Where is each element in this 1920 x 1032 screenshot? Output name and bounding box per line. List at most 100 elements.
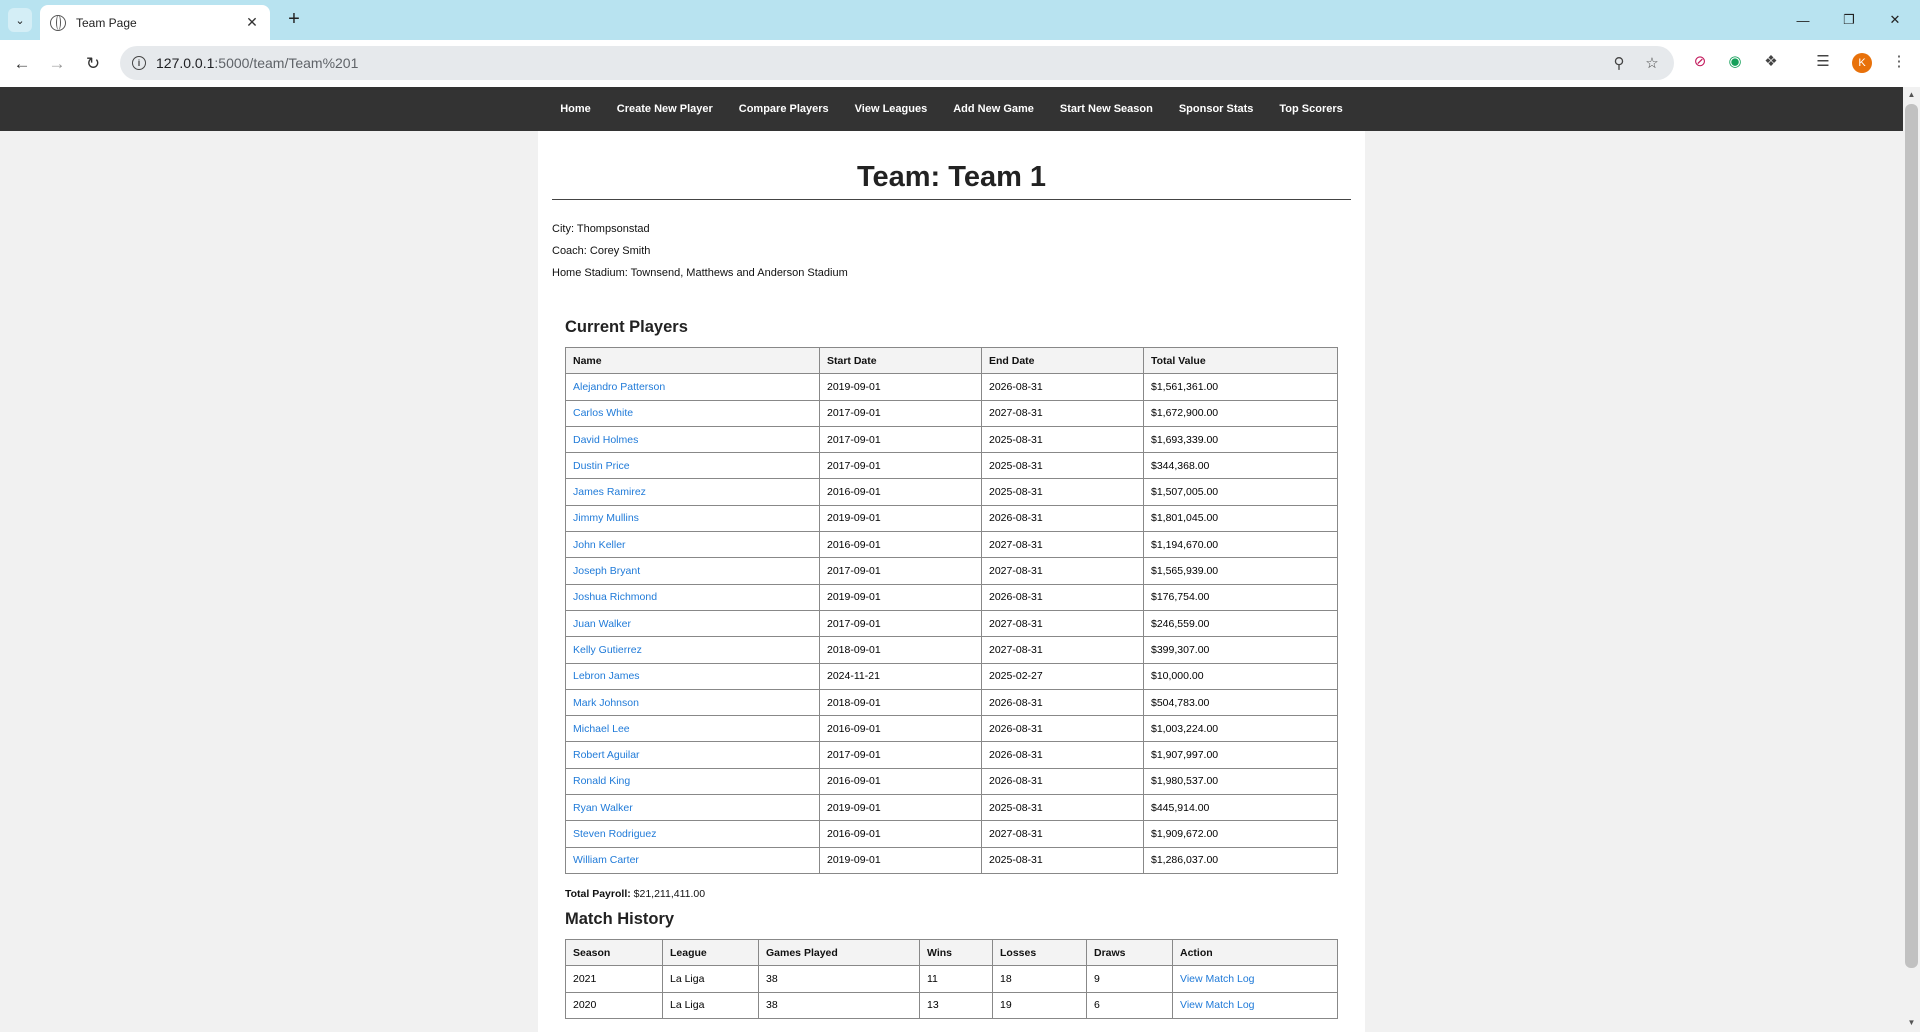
bookmark-star-icon[interactable]: ☆ <box>1641 52 1663 74</box>
player-link[interactable]: Alejandro Patterson <box>573 381 665 393</box>
scroll-down-icon[interactable]: ▼ <box>1905 1018 1918 1032</box>
browser-tab-bar: ⌄ Team Page ✕ + — ❐ ✕ <box>0 0 1920 40</box>
zoom-icon[interactable]: ⚲ <box>1608 52 1630 74</box>
player-link[interactable]: Ronald King <box>573 775 630 787</box>
new-tab-icon[interactable]: + <box>282 8 306 32</box>
extensions-puzzle-icon[interactable]: ❖ <box>1760 50 1782 72</box>
player-link[interactable]: Juan Walker <box>573 618 631 630</box>
player-row: William Carter 2019-09-01 2025-08-31 $1,286… <box>565 846 1338 874</box>
browser-toolbar: ← → ↻ i 127.0.0.1:5000/team/Team%201 ⚲ ☆ <box>0 40 1920 87</box>
player-link[interactable]: Kelly Gutierrez <box>573 644 642 656</box>
player-start-date: 2017-09-01 <box>819 609 982 638</box>
player-link[interactable]: William Carter <box>573 854 639 866</box>
player-total-value: $1,980,537.00 <box>1143 767 1338 796</box>
address-bar[interactable]: i 127.0.0.1:5000/team/Team%201 ⚲ ☆ <box>120 46 1674 80</box>
player-link[interactable]: John Keller <box>573 539 626 551</box>
minimize-icon[interactable]: — <box>1780 0 1826 40</box>
player-link[interactable]: Michael Lee <box>573 723 630 735</box>
nav-top-scorers[interactable]: Top Scorers <box>1266 103 1355 115</box>
player-start-date: 2019-09-01 <box>819 373 982 401</box>
window-close-icon[interactable]: ✕ <box>1872 0 1918 40</box>
scroll-up-icon[interactable]: ▲ <box>1905 90 1918 104</box>
col-total-value: Total Value <box>1143 346 1338 375</box>
player-row: John Keller 2016-09-01 2027-08-31 $1,194,67… <box>565 531 1338 559</box>
match-losses: 18 <box>992 965 1087 993</box>
player-link[interactable]: Jimmy Mullins <box>573 512 639 524</box>
player-row: Ronald King 2016-09-01 2026-08-31 $1,980,53… <box>565 767 1338 796</box>
player-end-date: 2025-08-31 <box>981 794 1144 822</box>
player-start-date: 2017-09-01 <box>819 399 982 427</box>
player-link[interactable]: Joshua Richmond <box>573 591 657 603</box>
player-name-cell: Lebron James <box>565 662 820 690</box>
player-link[interactable]: James Ramirez <box>573 486 646 498</box>
nav-compare-players[interactable]: Compare Players <box>726 103 842 115</box>
player-link[interactable]: Joseph Bryant <box>573 565 640 577</box>
grammarly-extension-icon[interactable]: ◉ <box>1724 50 1746 72</box>
player-total-value: $1,693,339.00 <box>1143 425 1338 454</box>
player-start-date: 2016-09-01 <box>819 820 982 848</box>
view-match-log-link[interactable]: View Match Log <box>1180 973 1255 985</box>
browser-tab[interactable]: Team Page ✕ <box>40 5 270 40</box>
player-row: Steven Rodriguez 2016-09-01 2027-08-31 $1,9… <box>565 820 1338 848</box>
player-end-date: 2025-08-31 <box>981 846 1144 874</box>
match-games-played: 38 <box>758 991 920 1019</box>
browser-menu-icon[interactable]: ⋮ <box>1888 50 1910 72</box>
player-start-date: 2017-09-01 <box>819 557 982 585</box>
nav-view-leagues[interactable]: View Leagues <box>842 103 941 115</box>
nav-home[interactable]: Home <box>547 103 604 115</box>
player-link[interactable]: David Holmes <box>573 434 638 446</box>
player-name-cell: Ryan Walker <box>565 794 820 822</box>
nav-sponsor-stats[interactable]: Sponsor Stats <box>1166 103 1267 115</box>
player-link[interactable]: Ryan Walker <box>573 802 633 814</box>
reload-icon[interactable]: ↻ <box>79 50 107 78</box>
site-info-icon[interactable]: i <box>132 56 146 70</box>
back-icon[interactable]: ← <box>8 50 36 78</box>
match-history-section: Match History Season League Games Played… <box>552 910 1351 1019</box>
player-start-date: 2019-09-01 <box>819 846 982 874</box>
player-name-cell: Mark Johnson <box>565 688 820 717</box>
media-control-icon[interactable]: ☰ <box>1812 50 1834 72</box>
scrollbar-thumb[interactable] <box>1905 104 1918 968</box>
player-name-cell: Carlos White <box>565 399 820 427</box>
view-match-log-link[interactable]: View Match Log <box>1180 999 1255 1011</box>
match-draws: 9 <box>1086 965 1173 993</box>
player-link[interactable]: Lebron James <box>573 670 640 682</box>
player-start-date: 2016-09-01 <box>819 531 982 559</box>
player-name-cell: Jimmy Mullins <box>565 504 820 533</box>
player-total-value: $1,565,939.00 <box>1143 557 1338 585</box>
player-end-date: 2026-08-31 <box>981 373 1144 401</box>
tab-search-icon[interactable]: ⌄ <box>8 8 32 32</box>
nav-create-new-player[interactable]: Create New Player <box>604 103 726 115</box>
player-name-cell: James Ramirez <box>565 478 820 506</box>
nav-add-new-game[interactable]: Add New Game <box>940 103 1047 115</box>
current-players-section: Current Players Name Start Date End Date… <box>552 318 1351 900</box>
player-total-value: $176,754.00 <box>1143 583 1338 611</box>
player-link[interactable]: Dustin Price <box>573 460 630 472</box>
col-end-date: End Date <box>981 346 1144 375</box>
block-extension-icon[interactable]: ⊘ <box>1689 50 1711 72</box>
player-row: Michael Lee 2016-09-01 2026-08-31 $1,003,22… <box>565 715 1338 743</box>
player-end-date: 2027-08-31 <box>981 531 1144 559</box>
col-name: Name <box>565 346 820 375</box>
url-path: :5000/team/Team%201 <box>214 55 359 71</box>
profile-avatar[interactable]: K <box>1852 53 1872 73</box>
forward-icon[interactable]: → <box>43 50 71 78</box>
player-link[interactable]: Robert Aguilar <box>573 749 640 761</box>
player-start-date: 2017-09-01 <box>819 452 982 480</box>
player-name-cell: Joshua Richmond <box>565 583 820 611</box>
player-end-date: 2025-02-27 <box>981 662 1144 690</box>
close-tab-icon[interactable]: ✕ <box>244 14 260 31</box>
restore-icon[interactable]: ❐ <box>1826 0 1872 40</box>
team-stadium: Home Stadium: Townsend, Matthews and And… <box>552 267 848 279</box>
match-draws: 6 <box>1086 991 1173 1019</box>
col-season: Season <box>565 938 663 967</box>
player-link[interactable]: Carlos White <box>573 407 633 419</box>
col-action: Action <box>1172 938 1338 967</box>
player-name-cell: Kelly Gutierrez <box>565 636 820 664</box>
player-name-cell: Joseph Bryant <box>565 557 820 585</box>
payroll-label: Total Payroll: <box>565 887 631 900</box>
nav-start-new-season[interactable]: Start New Season <box>1047 103 1166 115</box>
player-link[interactable]: Mark Johnson <box>573 697 639 709</box>
player-link[interactable]: Steven Rodriguez <box>573 828 656 840</box>
match-losses: 19 <box>992 991 1087 1019</box>
